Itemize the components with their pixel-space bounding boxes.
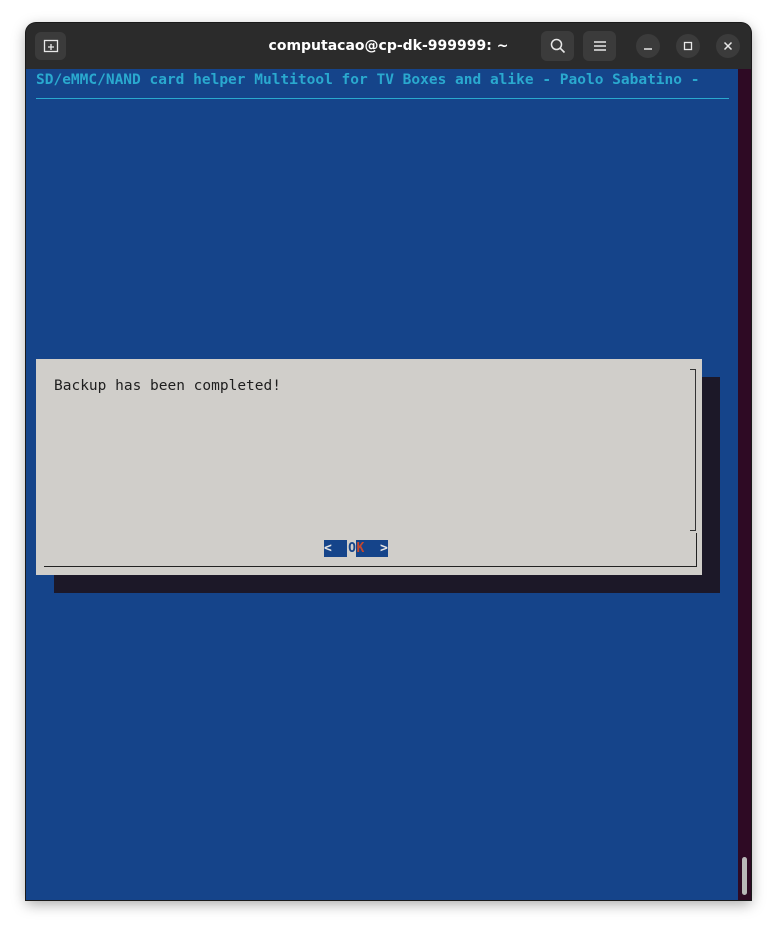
dialog-border xyxy=(695,369,696,530)
maximize-button[interactable] xyxy=(676,34,700,58)
scrollbar[interactable] xyxy=(738,69,751,900)
terminal-window: computacao@cp-dk-999999: ~ SD/eMMC/NAND … xyxy=(26,23,751,900)
new-tab-icon xyxy=(43,39,58,53)
maximize-icon xyxy=(683,41,693,51)
ok-button-right: > xyxy=(364,540,388,557)
message-dialog: Backup has been completed! < O K > xyxy=(36,359,702,575)
ok-button-left: < xyxy=(324,540,348,557)
backtitle-underline xyxy=(36,98,729,99)
minimize-button[interactable] xyxy=(636,34,660,58)
ok-button-hotkey: K xyxy=(356,540,365,557)
dialog-message: Backup has been completed! xyxy=(54,378,281,394)
title-bar: computacao@cp-dk-999999: ~ xyxy=(26,23,751,69)
search-button[interactable] xyxy=(541,31,574,61)
dialog-border xyxy=(696,533,697,567)
scrollbar-thumb[interactable] xyxy=(742,857,747,895)
hamburger-menu-icon xyxy=(593,41,606,51)
close-button[interactable] xyxy=(716,34,740,58)
close-icon xyxy=(723,41,733,51)
minimize-icon xyxy=(644,48,652,50)
search-icon xyxy=(550,38,565,54)
dialog-border xyxy=(44,566,697,567)
menu-button[interactable] xyxy=(583,31,616,61)
dialog-border xyxy=(690,530,696,531)
new-tab-button[interactable] xyxy=(35,32,66,60)
backtitle: SD/eMMC/NAND card helper Multitool for T… xyxy=(36,72,700,88)
ok-button[interactable]: < O K > xyxy=(324,540,388,557)
terminal-area[interactable]: SD/eMMC/NAND card helper Multitool for T… xyxy=(26,69,738,900)
ok-button-letter-o: O xyxy=(347,540,357,557)
